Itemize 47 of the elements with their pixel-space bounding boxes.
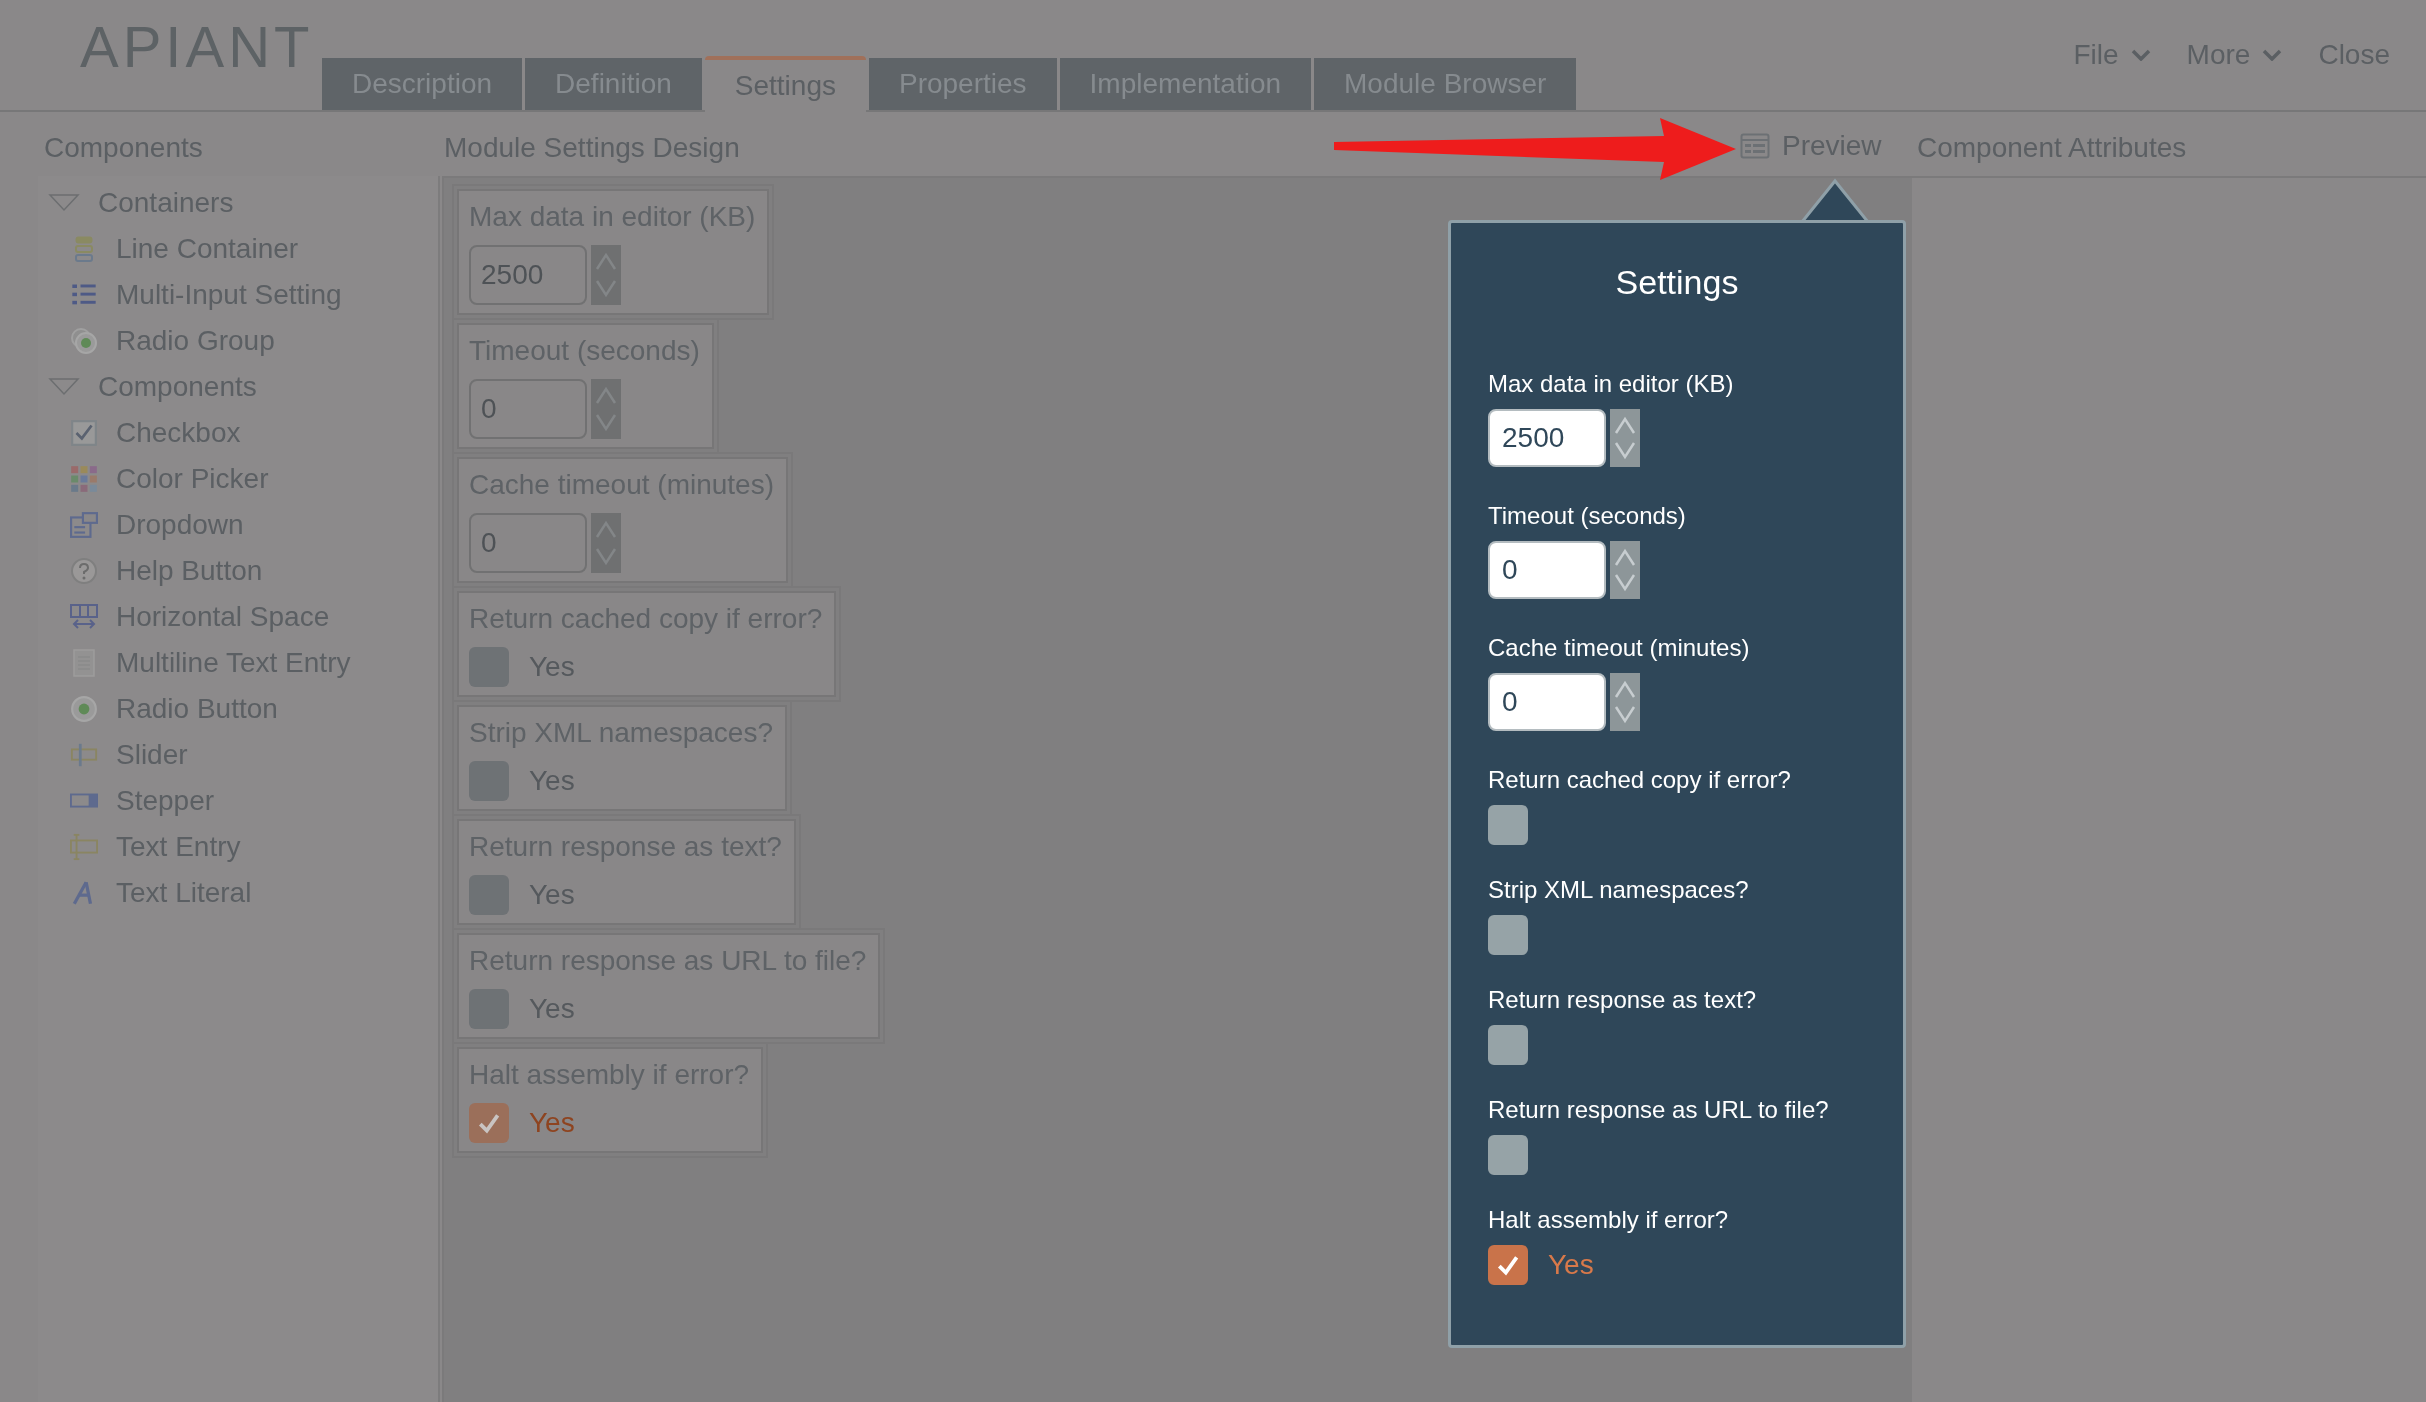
stepper-button[interactable]: [591, 513, 621, 573]
checkbox[interactable]: [469, 761, 509, 801]
number-field[interactable]: 0: [1488, 541, 1606, 599]
stepper-button[interactable]: [591, 245, 621, 305]
number-field[interactable]: 0: [469, 379, 587, 439]
window-icon: [1740, 133, 1770, 159]
stepper-button[interactable]: [591, 379, 621, 439]
checkbox[interactable]: [1488, 1135, 1528, 1175]
horizontal-space-icon: [70, 603, 98, 631]
stepper-button[interactable]: [1610, 673, 1640, 731]
checkbox[interactable]: [1488, 805, 1528, 845]
checkbox-label: Yes: [1548, 1248, 1594, 1282]
stepper-button[interactable]: [1610, 541, 1640, 599]
checkbox[interactable]: [1488, 1025, 1528, 1065]
checkbox-icon: [70, 419, 98, 447]
popover-title: Settings: [1614, 265, 1740, 299]
radio-icon: [70, 695, 98, 723]
field-label: Return response as text?: [1488, 985, 1758, 1015]
field-label: Timeout (seconds): [1488, 501, 1687, 531]
checkbox-label: Yes: [529, 1106, 575, 1140]
checkbox[interactable]: [1488, 1245, 1528, 1285]
checkbox[interactable]: [469, 647, 509, 687]
number-field[interactable]: 2500: [469, 245, 587, 305]
text-cursor-icon: [70, 833, 98, 861]
chevron-down-icon: [2262, 49, 2283, 61]
question-mark-icon: [70, 557, 98, 585]
field-label: Return cached copy if error?: [1488, 765, 1792, 795]
chevron-down-icon: [2130, 49, 2151, 61]
slider-icon: [70, 741, 98, 769]
color-grid-icon: [70, 465, 98, 493]
stepper-button[interactable]: [1610, 409, 1640, 467]
field-label: Strip XML namespaces?: [1488, 875, 1750, 905]
checkbox[interactable]: [469, 1103, 509, 1143]
checkbox[interactable]: [469, 875, 509, 915]
checkbox[interactable]: [1488, 915, 1528, 955]
number-field[interactable]: 0: [1488, 673, 1606, 731]
number-field[interactable]: 0: [469, 513, 587, 573]
triangle-down-icon: [48, 193, 80, 213]
checkbox[interactable]: [469, 989, 509, 1029]
field-label: Halt assembly if error?: [1488, 1205, 1730, 1235]
dropdown-icon: [70, 511, 98, 539]
number-field[interactable]: 2500: [1488, 409, 1606, 467]
field-label: Max data in editor (KB): [1488, 369, 1735, 399]
radio-group-icon: [70, 327, 98, 355]
field-label: Cache timeout (minutes): [1488, 633, 1751, 663]
field-label: Return response as URL to file?: [1488, 1095, 1830, 1125]
triangle-down-icon: [48, 377, 80, 397]
